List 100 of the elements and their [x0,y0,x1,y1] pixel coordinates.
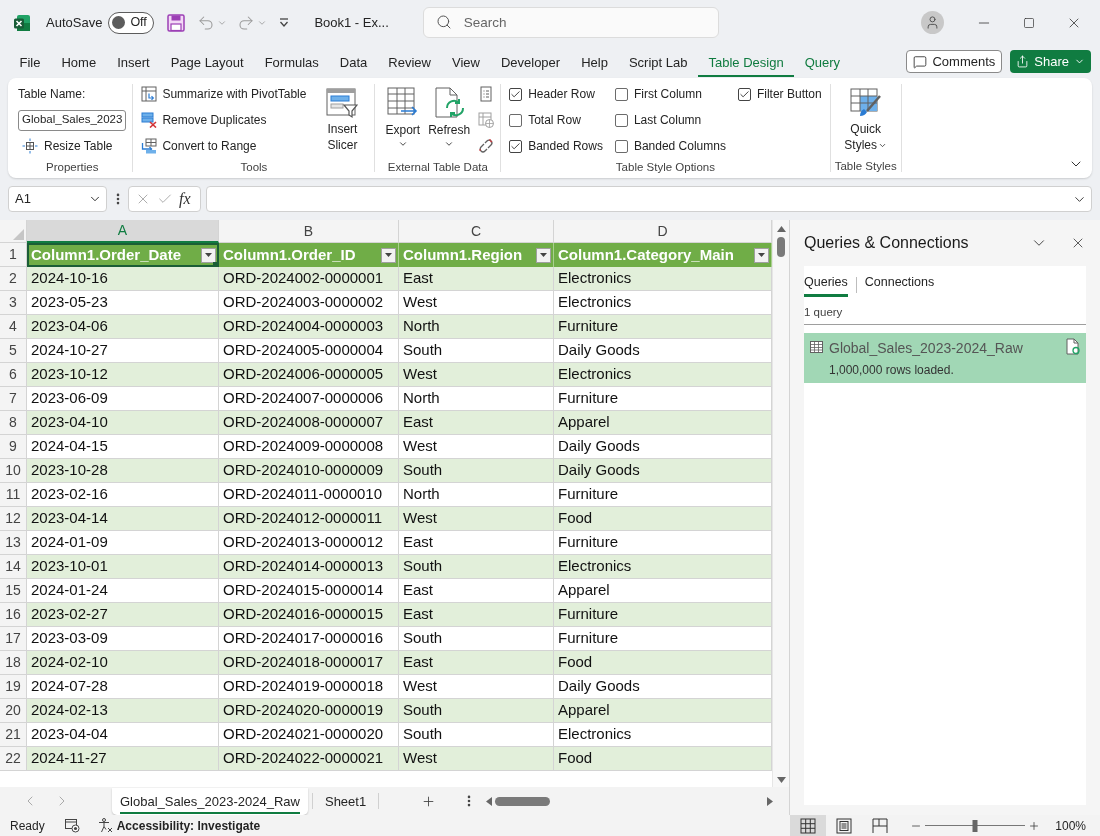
zoom-slider-track[interactable] [925,818,1026,833]
zoom-in-icon[interactable] [1028,819,1041,832]
row-header[interactable]: 3 [0,291,27,315]
add-sheet-icon[interactable] [421,793,437,809]
scroll-left-icon[interactable] [486,796,493,806]
row-header[interactable]: 4 [0,315,27,339]
search-icon [435,14,452,30]
row-header[interactable]: 19 [0,675,27,699]
row-header[interactable]: 12 [0,507,27,531]
row-header[interactable]: 10 [0,459,27,483]
checkbox[interactable] [614,87,628,101]
ribbon-button[interactable]: Resize Table [18,133,127,159]
filter-button[interactable] [754,247,769,263]
scroll-down-icon[interactable] [776,777,786,783]
zoom-slider-thumb[interactable] [972,819,978,832]
row-header[interactable]: 9 [0,435,27,459]
row-header[interactable]: 22 [0,747,27,771]
ribbon-tab[interactable]: Developer [490,50,571,77]
column-header[interactable]: A [27,220,219,243]
scroll-right-icon[interactable] [767,796,773,806]
row-header[interactable]: 14 [0,555,27,579]
accessibility-icon[interactable] [97,818,113,833]
ribbon-tab[interactable]: View [441,50,491,77]
row-header[interactable]: 5 [0,339,27,363]
broken-link-icon[interactable] [478,138,495,154]
row-header[interactable]: 20 [0,699,27,723]
sheet-tab[interactable]: Sheet1 [316,787,375,815]
checkbox[interactable] [614,139,628,153]
row-header[interactable]: 2 [0,267,27,291]
checkbox[interactable] [509,87,523,101]
row-header[interactable]: 11 [0,483,27,507]
ribbon-button[interactable]: Summarize with PivotTable [139,81,309,107]
ribbon-tab[interactable]: Home [50,50,107,77]
accessibility-status[interactable]: Accessibility: Investigate [116,816,261,835]
filter-button[interactable] [536,247,551,263]
query-item[interactable]: Global_Sales_2023-2024_Raw 1,000,000 rows loaded. [804,333,1086,384]
row-header[interactable]: 8 [0,411,27,435]
checkbox-label: Header Row [528,86,595,103]
ribbon-tab[interactable]: Formulas [254,50,330,77]
formula-input[interactable] [206,186,1092,212]
table-cell: Apparel [554,411,772,435]
customize-toolbar-icon[interactable] [279,18,290,27]
ribbon-tab[interactable]: Query [794,50,851,77]
checkbox[interactable] [737,87,751,101]
ribbon-button[interactable]: Remove Duplicates [139,107,309,133]
row-header[interactable]: 16 [0,603,27,627]
ribbon-tab[interactable]: Data [329,50,378,77]
sheet-tab[interactable]: Global_Sales_2023-2024_Raw [112,787,308,815]
comments-button[interactable]: Comments [906,50,1003,73]
ribbon-button[interactable]: Convert to Range [139,133,309,159]
scrollbar-thumb[interactable] [777,237,785,257]
checkbox[interactable] [509,139,523,153]
refresh-button[interactable]: Refresh [424,81,475,159]
export-button[interactable]: Export [381,81,425,159]
maximize-icon[interactable] [1023,16,1035,29]
row-header[interactable]: 1 [0,243,27,267]
autosave-toggle[interactable]: Off [108,11,155,34]
column-name: Column1.Category_Main [558,244,734,265]
ribbon-tab[interactable]: Table Design [697,50,795,77]
ribbon-tab[interactable]: Insert [106,50,161,77]
insert-function-button[interactable]: fx [179,187,191,211]
ribbon-tab[interactable]: Help [570,50,619,77]
name-box[interactable]: A1 [8,186,107,212]
save-icon[interactable] [167,13,186,32]
zoom-level[interactable]: 100% [1055,816,1086,835]
account-avatar-icon[interactable] [921,11,944,34]
panel-tab[interactable]: Connections [864,273,935,297]
page-break-preview-icon [872,817,889,834]
row-header[interactable]: 6 [0,363,27,387]
quick-styles-button[interactable]: Quick Styles [837,81,894,158]
row-header[interactable]: 17 [0,627,27,651]
table-cell: South [399,339,554,363]
row-header[interactable]: 21 [0,723,27,747]
search-field[interactable]: Search [422,7,719,38]
view-button[interactable] [790,815,827,836]
scroll-up-icon[interactable] [776,226,786,232]
filter-button[interactable] [381,247,396,263]
row-header[interactable]: 7 [0,387,27,411]
group-label: Tools [239,160,269,175]
table-cell: ORD-2024018-0000017 [219,651,399,675]
ribbon-tab[interactable]: Script Lab [618,50,698,77]
ribbon-tab[interactable]: Page Layout [160,50,255,77]
checkbox[interactable] [509,113,523,127]
table-name-field[interactable]: Global_Sales_2023 [18,109,127,131]
caret-icon [397,139,408,149]
panel-tab[interactable]: Queries [804,273,848,297]
checkbox[interactable] [614,113,628,127]
fill-handle[interactable] [213,262,218,267]
share-button[interactable]: Share [1010,50,1091,73]
row-header[interactable]: 15 [0,579,27,603]
ribbon-tab[interactable]: Review [377,50,442,77]
macro-recording-icon[interactable] [64,818,80,833]
table-cell: ORD-2024008-0000007 [219,411,399,435]
ribbon-tab[interactable]: File [9,50,51,77]
scrollbar-thumb[interactable] [495,796,551,806]
document-refresh-icon[interactable] [1066,338,1080,356]
filter-button[interactable] [201,247,216,263]
row-header[interactable]: 13 [0,531,27,555]
insert-slicer-button[interactable]: Insert Slicer [316,81,369,153]
row-header[interactable]: 18 [0,651,27,675]
